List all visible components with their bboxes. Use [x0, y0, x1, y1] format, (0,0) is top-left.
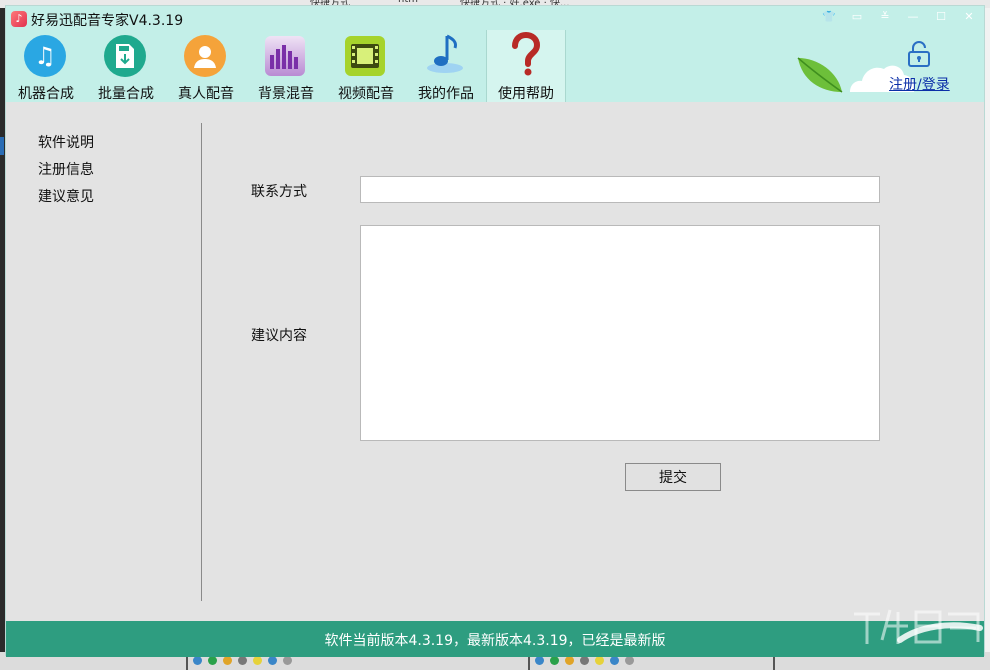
toolbar-human-voice[interactable]: 真人配音 [166, 30, 246, 102]
submit-button[interactable]: 提交 [625, 463, 721, 491]
film-icon [345, 36, 385, 76]
desktop-icons-row [193, 656, 292, 665]
maximize-icon[interactable]: ☐ [934, 10, 948, 24]
status-bar: 软件当前版本4.3.19，最新版本4.3.19，已经是最新版 [6, 621, 984, 657]
close-icon[interactable]: ✕ [962, 10, 976, 24]
toolbar-machine-synthesis[interactable]: ♫ 机器合成 [6, 30, 86, 102]
feedback-content-textarea[interactable] [360, 225, 880, 441]
menu-dropdown-icon[interactable]: ≚ [878, 10, 892, 24]
contact-label: 联系方式 [251, 184, 307, 200]
toolbar-my-works[interactable]: 我的作品 [406, 30, 486, 102]
person-icon [184, 35, 226, 77]
toolbar-label: 我的作品 [418, 86, 474, 102]
version-status-text: 软件当前版本4.3.19，最新版本4.3.19，已经是最新版 [324, 633, 666, 649]
header-bar: ♪ 好易迅配音专家V4.3.19 👕 ▭ ≚ — ☐ ✕ ♫ 机器合成 批量合成 [6, 6, 984, 102]
lock-icon[interactable] [906, 40, 932, 68]
toolbar-batch-synthesis[interactable]: 批量合成 [86, 30, 166, 102]
message-icon[interactable]: ▭ [850, 10, 864, 24]
music-note-app-icon: ♪ [11, 11, 27, 27]
toolbar-label: 视频配音 [338, 86, 394, 102]
toolbar-label: 批量合成 [98, 86, 154, 102]
sidebar-item-feedback[interactable]: 建议意见 [38, 186, 94, 206]
help-sidebar: 软件说明 注册信息 建议意见 [6, 102, 202, 602]
leaf-decoration-icon [797, 57, 843, 93]
toolbar-label: 使用帮助 [498, 86, 554, 102]
window-title: 好易迅配音专家V4.3.19 [31, 13, 184, 29]
register-login-link[interactable]: 注册/登录 [889, 74, 950, 94]
sidebar-item-software-info[interactable]: 软件说明 [38, 132, 94, 152]
sidebar-divider [201, 123, 202, 601]
toolbar-help[interactable]: 使用帮助 [486, 30, 566, 102]
shirt-skin-icon[interactable]: 👕 [822, 10, 836, 24]
contact-field[interactable] [360, 176, 880, 203]
sidebar-item-registration[interactable]: 注册信息 [38, 159, 94, 179]
minimize-icon[interactable]: — [906, 10, 920, 24]
toolbar-label: 背景混音 [258, 86, 314, 102]
main-toolbar: ♫ 机器合成 批量合成 真人配音 背景混音 视频配音 我的作品 使用帮助 [6, 30, 566, 102]
window-controls: 👕 ▭ ≚ — ☐ ✕ [822, 10, 976, 24]
toolbar-label: 真人配音 [178, 86, 234, 102]
toolbar-label: 机器合成 [18, 86, 74, 102]
mp3-file-icon [104, 35, 146, 77]
music-note-blue-icon [423, 32, 467, 80]
equalizer-icon [265, 36, 305, 76]
desktop-icons-row [535, 656, 634, 665]
site-watermark-logo [854, 609, 983, 644]
toolbar-video-dubbing[interactable]: 视频配音 [326, 30, 406, 102]
content-label: 建议内容 [251, 328, 307, 344]
app-window: ♪ 好易迅配音专家V4.3.19 👕 ▭ ≚ — ☐ ✕ ♫ 机器合成 批量合成 [5, 5, 985, 657]
question-mark-icon [505, 31, 545, 80]
toolbar-background-mix[interactable]: 背景混音 [246, 30, 326, 102]
music-note-icon: ♫ [24, 35, 66, 77]
desktop-edge-marker [0, 137, 4, 155]
